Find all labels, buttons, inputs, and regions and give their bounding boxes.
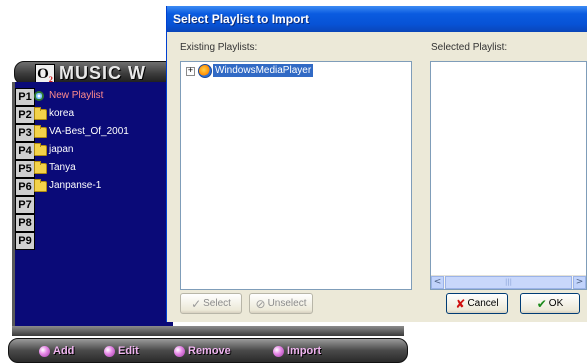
playlist-label[interactable]: VA-Best_Of_2001: [49, 125, 129, 139]
playlist-row-p6[interactable]: P6 Janpanse-1: [15, 178, 165, 196]
import-button[interactable]: Import: [273, 344, 321, 358]
playlist-row-p4[interactable]: P4 japan: [15, 142, 165, 160]
scroll-thumb[interactable]: |||: [445, 276, 572, 289]
panel-frame-bottom: [12, 326, 404, 336]
close-icon: ✘: [455, 296, 466, 311]
playlist-label[interactable]: korea: [49, 107, 74, 121]
scroll-left-icon[interactable]: <: [431, 276, 444, 289]
folder-icon: [34, 143, 47, 156]
tree-item-windows-media-player[interactable]: WindowsMediaPlayer: [213, 64, 314, 77]
app-title: MUSIC W: [59, 63, 146, 83]
playlist-number[interactable]: P3: [15, 124, 35, 142]
logo-letter: O: [37, 66, 49, 82]
checkmark-icon: ✔: [536, 296, 547, 311]
checkmark-icon: ✓: [191, 296, 202, 311]
folder-icon: [34, 161, 47, 174]
app-logo: O2: [35, 64, 55, 84]
bullet-icon: [273, 345, 284, 357]
disc-icon: [34, 91, 44, 101]
playlist-label[interactable]: japan: [49, 143, 73, 157]
app-bottom-bar: Add Edit Remove Import: [8, 338, 408, 363]
horizontal-scrollbar[interactable]: < ||| >: [431, 275, 586, 289]
dialog-title: Select Playlist to Import: [173, 12, 310, 26]
playlist-number[interactable]: P1: [15, 88, 35, 106]
playlist-row-p1[interactable]: P1 New Playlist: [15, 88, 165, 106]
unselect-label: Unselect: [267, 298, 307, 309]
playlist-number[interactable]: P9: [15, 232, 35, 250]
select-label: Select: [203, 298, 231, 309]
folder-icon: [34, 107, 47, 120]
playlist-number[interactable]: P6: [15, 178, 35, 196]
remove-label: Remove: [188, 345, 231, 357]
ok-button[interactable]: ✔ OK: [520, 293, 580, 314]
playlist-label[interactable]: Tanya: [49, 161, 76, 175]
playlist-number[interactable]: P5: [15, 160, 35, 178]
import-label: Import: [287, 345, 322, 357]
ok-label: OK: [548, 298, 564, 309]
bullet-icon: [174, 345, 185, 357]
playlist-row-p7[interactable]: P7: [15, 196, 165, 214]
add-label: Add: [53, 345, 75, 357]
playlist-number[interactable]: P8: [15, 214, 35, 232]
import-playlist-dialog: Select Playlist to Import Existing Playl…: [166, 6, 587, 322]
selected-playlist-list[interactable]: < ||| >: [430, 61, 587, 290]
cancel-label: Cancel: [467, 298, 499, 309]
prohibit-icon: ⊘: [255, 296, 266, 311]
bullet-icon: [39, 345, 50, 357]
expand-icon[interactable]: +: [186, 67, 195, 76]
cancel-button[interactable]: ✘ Cancel: [446, 293, 508, 314]
existing-playlists-tree[interactable]: + WindowsMediaPlayer: [180, 61, 412, 290]
playlist-number[interactable]: P2: [15, 106, 35, 124]
unselect-button[interactable]: ⊘ Unselect: [249, 293, 313, 314]
selected-playlist-label: Selected Playlist:: [431, 42, 508, 53]
playlist-label[interactable]: New Playlist: [49, 89, 103, 103]
folder-icon: [34, 125, 47, 138]
playlist-row-p3[interactable]: P3 VA-Best_Of_2001: [15, 124, 165, 142]
existing-playlists-label: Existing Playlists:: [180, 42, 258, 53]
playlist-number[interactable]: P4: [15, 142, 35, 160]
playlist-row-p2[interactable]: P2 korea: [15, 106, 165, 124]
playlist-row-p9[interactable]: P9: [15, 232, 165, 250]
select-button[interactable]: ✓ Select: [180, 293, 242, 314]
playlist-number[interactable]: P7: [15, 196, 35, 214]
playlist-row-p8[interactable]: P8: [15, 214, 165, 232]
edit-label: Edit: [118, 345, 139, 357]
add-button[interactable]: Add: [39, 344, 74, 358]
folder-icon: [34, 179, 47, 192]
media-player-icon: [198, 64, 212, 78]
edit-button[interactable]: Edit: [104, 344, 139, 358]
playlist-row-p5[interactable]: P5 Tanya: [15, 160, 165, 178]
dialog-titlebar[interactable]: Select Playlist to Import: [167, 6, 587, 32]
scroll-right-icon[interactable]: >: [573, 276, 586, 289]
remove-button[interactable]: Remove: [174, 344, 231, 358]
playlist-label[interactable]: Janpanse-1: [49, 179, 101, 193]
bullet-icon: [104, 345, 115, 357]
